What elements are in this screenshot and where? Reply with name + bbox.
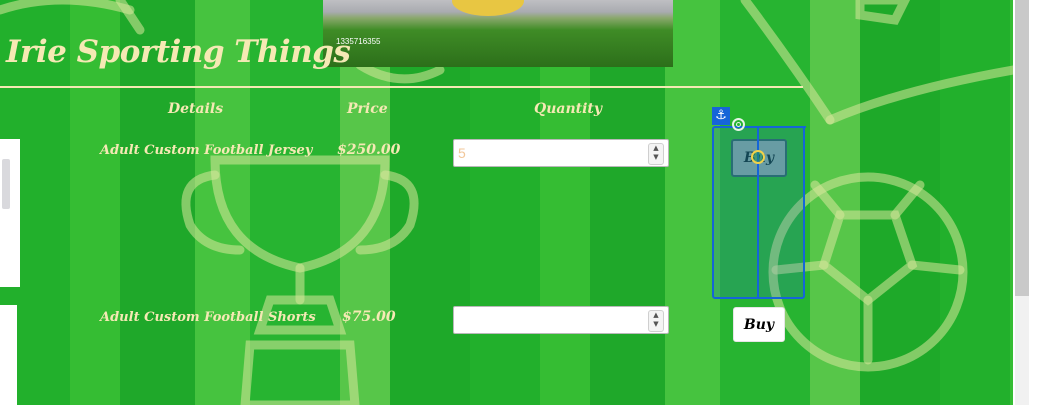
spin-buttons-icon[interactable]: ▲ ▼ bbox=[648, 143, 664, 165]
product-price: $75.00 bbox=[342, 309, 396, 325]
page-title: Irie Sporting Things bbox=[6, 34, 351, 70]
product-price: $250.00 bbox=[337, 142, 401, 158]
quantity-input[interactable] bbox=[458, 144, 638, 162]
scrollbar-thumb[interactable] bbox=[1015, 0, 1029, 296]
product-name: Adult Custom Football Shorts bbox=[100, 310, 316, 325]
column-header-details: Details bbox=[168, 101, 224, 117]
drag-handle-icon[interactable] bbox=[751, 150, 765, 164]
selection-inner-box bbox=[757, 126, 806, 299]
product-image-shorts[interactable] bbox=[0, 305, 17, 405]
buy-button[interactable]: Buy bbox=[733, 307, 785, 342]
quantity-stepper[interactable]: ▲▼ bbox=[453, 306, 669, 334]
quantity-input[interactable] bbox=[458, 311, 638, 329]
column-header-quantity: Quantity bbox=[534, 101, 603, 117]
anchor-icon[interactable]: ⚓ bbox=[712, 107, 730, 125]
product-image-jersey[interactable] bbox=[0, 139, 20, 287]
target-icon[interactable] bbox=[732, 118, 745, 131]
spin-buttons-icon[interactable]: ▲ ▼ bbox=[648, 310, 664, 332]
column-header-price: Price bbox=[347, 101, 388, 117]
product-name: Adult Custom Football Jersey bbox=[100, 143, 313, 158]
title-divider bbox=[0, 86, 803, 88]
quantity-stepper[interactable]: ▲▼ bbox=[453, 139, 669, 167]
